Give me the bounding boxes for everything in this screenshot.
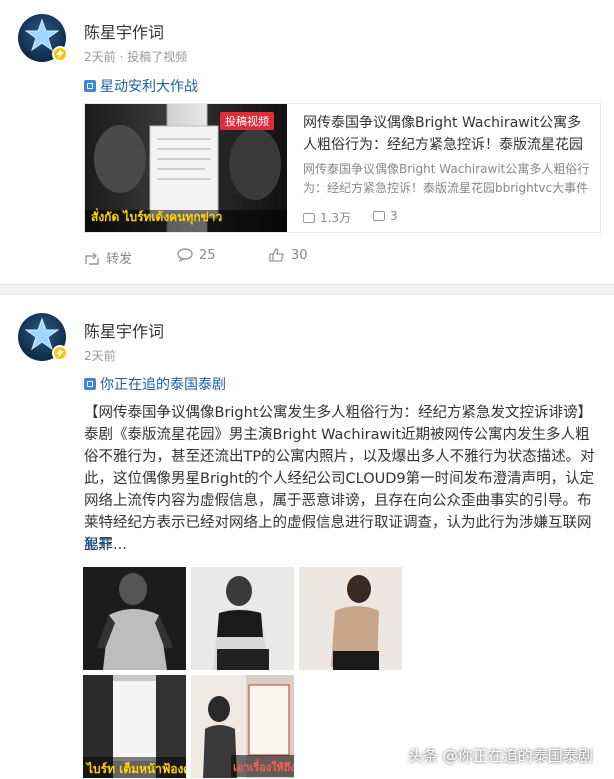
post-image[interactable] [299,567,402,670]
verified-badge-icon [52,46,68,62]
comment-count: 3 [373,209,398,223]
repost-icon [85,252,99,265]
source-watermark: 头条 @你正在追的泰国泰剧 [408,747,593,765]
comment-button[interactable]: 25 [177,248,216,263]
topic-link[interactable]: 你正在追的泰国泰剧 [84,374,226,394]
comment-count-label: 25 [199,248,216,263]
photo-shirtless-dark [97,573,173,670]
video-tag: 投稿视频 [220,112,274,130]
topic-icon [84,80,96,92]
video-thumbnail[interactable]: 投稿视频 สั่งกัด ไบร์ทเด้งคนทุกข่าว [85,104,287,232]
post-meta: 2天前 [84,349,116,363]
topic-link[interactable]: 星动安利大作战 [84,76,198,96]
post-image[interactable] [191,567,294,670]
topic-label: 你正在追的泰国泰剧 [100,377,226,393]
play-count: 1.3万 [303,209,351,226]
post-divider [0,284,614,295]
verified-badge-icon [52,345,68,361]
play-count-value: 1.3万 [320,211,352,225]
card-description: 网传泰国争议偶像Bright Wachirawit公寓多人粗俗行为：经纪方紧急控… [303,162,590,195]
video-card[interactable]: 投稿视频 สั่งกัด ไบร์ทเด้งคนทุกข่าว 网传泰国争议偶像… [84,103,601,233]
play-icon [303,213,315,223]
photo-tank-top [213,576,269,670]
post-image[interactable] [83,567,186,670]
card-title[interactable]: 网传泰国争议偶像Bright Wachirawit公寓多人粗俗行为：经纪方紧急控… [303,112,593,156]
image-caption: เอาเรื่องให้ถึง [233,759,294,774]
author-name[interactable]: 陈星宇作词 [84,318,164,342]
expand-link[interactable]: 展开 [84,534,112,554]
comment-count-value: 3 [390,209,398,223]
post-1: 陈星宇作词 2天前 · 投稿了视频 星动安利大作战 投稿视频 สั่งกัด ไ… [0,0,614,284]
photo-statement: ไบร์ท เต็มหน้าฟ้องศ [83,675,186,778]
author-name[interactable]: 陈星宇作词 [84,19,164,43]
photo-doorway: เอาเรื่องให้ถึง [191,675,294,778]
comment-icon [177,248,193,263]
topic-icon [84,378,96,390]
like-count-label: 30 [291,248,308,263]
image-caption: ไบร์ท เต็มหน้าฟ้องศ [85,761,186,776]
repost-button[interactable]: 转发 [84,248,132,267]
post-image[interactable]: ไบร์ท เต็มหน้าฟ้องศ [83,675,186,778]
repost-label: 转发 [106,252,133,267]
topic-label: 星动安利大作战 [100,79,198,95]
post-text: 【网传泰国争议偶像Bright公寓发生多人粗俗行为：经纪方紧急发文控诉诽谤】泰剧… [84,405,595,553]
thumbs-up-icon [269,248,284,262]
comment-list-icon [373,211,385,221]
like-button[interactable]: 30 [269,248,308,263]
post-image[interactable]: เอาเรื่องให้ถึง [191,675,294,778]
thumbnail-caption: สั่งกัด ไบร์ทเด้งคนทุกข่าว [91,210,223,224]
post-meta: 2天前 · 投稿了视频 [84,50,188,64]
photo-back-pose [331,575,379,670]
